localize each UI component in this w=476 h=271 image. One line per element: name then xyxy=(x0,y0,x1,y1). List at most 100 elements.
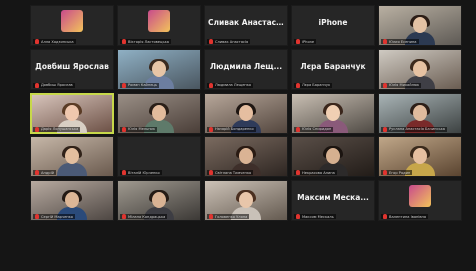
muted-mic-icon xyxy=(35,39,39,44)
participant-tile[interactable]: Юлия Есенина xyxy=(378,5,462,46)
participant-name-label: Юлія Спиридон xyxy=(294,126,334,132)
participant-name-label: Мілана Кондрацька xyxy=(120,214,168,220)
participant-name-label: Світлана Тимченко xyxy=(207,170,254,176)
participant-name: Лєра Баранчук xyxy=(302,83,331,88)
muted-mic-icon xyxy=(296,170,300,176)
participant-name: Сергій Марченко xyxy=(41,214,74,219)
participant-tile[interactable]: Дарія Лопушанська xyxy=(30,92,114,134)
participant-tile[interactable]: Максим Меска... Максим Мескаль xyxy=(291,180,375,222)
participant-display-name: Лєра Баранчук xyxy=(300,61,366,71)
participant-tile[interactable]: Мілана Кондрацька xyxy=(117,180,201,222)
participant-name-label: Руслана Анастасія Бачинська xyxy=(381,126,447,132)
muted-mic-icon xyxy=(383,126,387,132)
muted-mic-icon xyxy=(35,214,39,220)
participant-name: Довбиш Ярослав xyxy=(41,83,73,88)
participant-tile[interactable]: Алла Ходзинська xyxy=(30,5,114,46)
participant-name: Алла Ходзинська xyxy=(41,39,74,44)
participant-tile[interactable]: Довбиш Ярослав Довбиш Ярослав xyxy=(30,48,114,90)
participant-name-label: Віталій Юрченко xyxy=(120,170,162,176)
participant-name: Людмила Лещенко xyxy=(215,83,252,88)
muted-mic-icon xyxy=(35,82,39,88)
muted-mic-icon xyxy=(296,39,300,44)
participant-name-label: Юлія Михайлюк xyxy=(381,82,422,88)
participant-name-label: Роман Кайнець xyxy=(120,82,159,88)
participant-name-label: Валентина Іванівна xyxy=(381,214,429,220)
participant-name: Дарія Лопушанська xyxy=(41,127,79,132)
gallery-grid: Алла Ходзинська Вікторія Ластовецька Слива… xyxy=(30,5,462,265)
participant-tile[interactable]: Світлана Тимченко xyxy=(204,136,288,178)
participant-name: Юлія Спиридон xyxy=(302,127,332,132)
participant-name-label: Довбиш Ярослав xyxy=(33,82,75,88)
participant-name-label: Лєра Баранчук xyxy=(294,82,333,88)
participant-tile[interactable]: iPhone iPhone xyxy=(291,5,375,46)
participant-name-label: Людмила Лещенко xyxy=(207,82,254,88)
participant-name-label: Вікторія Ластовецька xyxy=(120,39,171,44)
participant-tile[interactable]: Назарій Бондаренко xyxy=(204,92,288,134)
muted-mic-icon xyxy=(383,214,387,220)
participant-name-label: Назарій Бондаренко xyxy=(207,126,256,132)
participant-name: Валентина Іванівна xyxy=(389,214,427,219)
participant-name-label: Сергій Марченко xyxy=(33,214,76,220)
participant-name: Некрасова Алина xyxy=(302,170,335,175)
participant-name-label: Юлія Мельник xyxy=(120,126,158,132)
muted-mic-icon xyxy=(122,170,126,176)
profile-picture xyxy=(61,10,83,32)
participant-tile[interactable]: Егор Родин xyxy=(378,136,462,178)
participant-name-label: Дарія Лопушанська xyxy=(33,126,81,132)
participant-tile[interactable]: Головенко Уляна xyxy=(204,180,288,222)
muted-mic-icon xyxy=(209,126,213,132)
participant-name-label: Андрій xyxy=(33,170,56,176)
participant-name-label: iPhone xyxy=(294,39,317,44)
participant-name: Вікторія Ластовецька xyxy=(128,39,169,44)
muted-mic-icon xyxy=(122,82,126,88)
participant-tile[interactable]: Юлія Спиридон xyxy=(291,92,375,134)
participant-display-name: Людмила Лещ... xyxy=(209,61,283,71)
participant-tile[interactable]: Роман Кайнець xyxy=(117,48,201,90)
participant-name: Егор Родин xyxy=(389,170,411,175)
participant-name: Головенко Уляна xyxy=(215,214,248,219)
muted-mic-icon xyxy=(209,214,213,220)
muted-mic-icon xyxy=(383,170,387,176)
muted-mic-icon xyxy=(383,39,387,44)
participant-tile[interactable]: Некрасова Алина xyxy=(291,136,375,178)
muted-mic-icon xyxy=(122,214,126,220)
participant-tile[interactable]: Віталій Юрченко xyxy=(117,136,201,178)
participant-name: Сливак Анастасія xyxy=(215,39,249,44)
participant-name: Світлана Тимченко xyxy=(215,170,252,175)
participant-name-label: Сливак Анастасія xyxy=(207,39,251,44)
participant-tile[interactable]: Сливак Анастас... Сливак Анастасія xyxy=(204,5,288,46)
participant-name-label: Некрасова Алина xyxy=(294,170,337,176)
muted-mic-icon xyxy=(296,82,300,88)
participant-name: Максим Мескаль xyxy=(302,214,334,219)
muted-mic-icon xyxy=(122,39,126,44)
participant-name: Руслана Анастасія Бачинська xyxy=(389,127,445,132)
muted-mic-icon xyxy=(35,126,39,132)
participant-name-label: Головенко Уляна xyxy=(207,214,250,220)
profile-picture xyxy=(148,10,170,32)
muted-mic-icon xyxy=(209,170,213,176)
participant-name: Юлия Есенина xyxy=(389,39,417,44)
muted-mic-icon xyxy=(296,214,300,220)
muted-mic-icon xyxy=(209,82,213,88)
muted-mic-icon xyxy=(122,126,126,132)
participant-name: Мілана Кондрацька xyxy=(128,214,166,219)
participant-tile[interactable]: Юлія Мельник xyxy=(117,92,201,134)
participant-tile[interactable]: Лєра Баранчук Лєра Баранчук xyxy=(291,48,375,90)
participant-name: iPhone xyxy=(302,39,315,44)
participant-name: Роман Кайнець xyxy=(128,83,157,88)
participant-tile[interactable]: Вікторія Ластовецька xyxy=(117,5,201,46)
participant-tile[interactable]: Руслана Анастасія Бачинська xyxy=(378,92,462,134)
participant-name-label: Алла Ходзинська xyxy=(33,39,76,44)
participant-tile[interactable]: Сергій Марченко xyxy=(30,180,114,222)
participant-name-label: Юлия Есенина xyxy=(381,39,419,44)
participant-tile[interactable]: Валентина Іванівна xyxy=(378,180,462,222)
muted-mic-icon xyxy=(383,82,387,88)
profile-picture xyxy=(409,185,431,208)
participant-tile[interactable]: Андрій xyxy=(30,136,114,178)
participant-name: Назарій Бондаренко xyxy=(215,127,254,132)
participant-video xyxy=(55,146,89,177)
participant-tile[interactable]: Юлія Михайлюк xyxy=(378,48,462,90)
participant-tile[interactable]: Людмила Лещ... Людмила Лещенко xyxy=(204,48,288,90)
muted-mic-icon xyxy=(209,39,213,44)
participant-display-name: iPhone xyxy=(318,18,348,27)
